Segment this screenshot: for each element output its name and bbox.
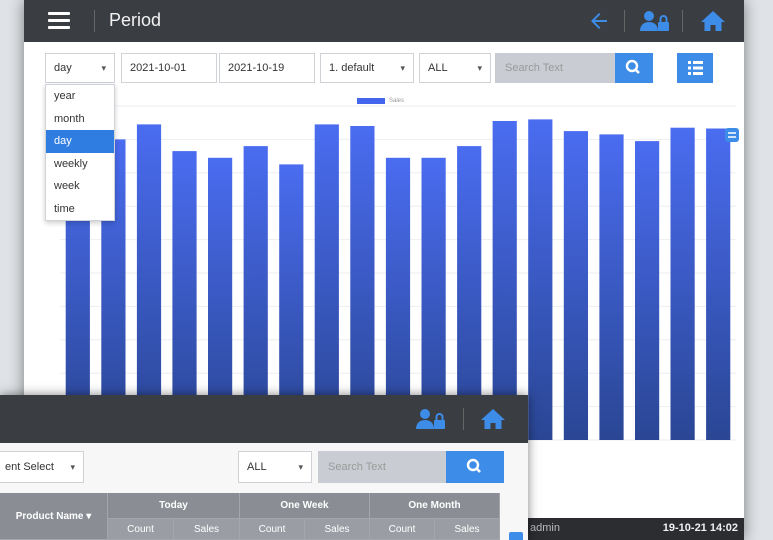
divider — [682, 10, 683, 32]
table-header: Product Name ▾ Today One Week One Month … — [0, 493, 500, 540]
period-select-value: day — [54, 62, 72, 74]
group-header-one-week: One Week — [240, 493, 370, 519]
caret-icon: ▾ — [298, 462, 303, 472]
list-icon — [688, 61, 703, 75]
divider — [94, 10, 95, 32]
search-icon — [625, 59, 640, 74]
top-bar: Period — [24, 0, 744, 42]
period-option-year[interactable]: year — [46, 85, 114, 108]
scope-select-value: ALL — [428, 62, 448, 74]
hamburger-menu-icon[interactable] — [48, 12, 70, 30]
search-placeholder: Search Text — [505, 62, 563, 74]
department-select-value: ent Select — [5, 461, 54, 473]
sales-bar[interactable] — [314, 124, 339, 441]
sort-select[interactable]: 1. default ▾ — [320, 53, 414, 83]
back-arrow-icon[interactable] — [587, 9, 611, 33]
scroll-indicator[interactable] — [509, 532, 523, 540]
caret-icon: ▾ — [477, 63, 482, 73]
filter-bar: day ▾ 2021-10-01 2021-10-19 1. default ▾… — [24, 42, 744, 92]
date-from-value: 2021-10-01 — [130, 62, 187, 74]
status-datetime: 19-10-21 14:02 — [662, 522, 738, 534]
period-select[interactable]: day ▾ — [45, 53, 115, 83]
period-option-weekly[interactable]: weekly — [46, 153, 114, 176]
period-option-day[interactable]: day — [46, 130, 114, 153]
sub-header-sales[interactable]: Sales — [174, 519, 240, 540]
sub-header-sales[interactable]: Sales — [435, 519, 500, 540]
sub-header-count[interactable]: Count — [108, 519, 174, 540]
chart-toggle-icon[interactable] — [725, 128, 739, 142]
period-dropdown: year month day weekly week time — [45, 84, 115, 221]
sales-bar[interactable] — [528, 119, 553, 441]
scope-select-value: ALL — [247, 461, 267, 473]
search-icon — [466, 458, 481, 473]
divider — [624, 10, 625, 32]
page-title: Period — [109, 10, 162, 30]
sub-header-count[interactable]: Count — [370, 519, 435, 540]
sales-bar[interactable] — [136, 124, 162, 441]
user-lock-icon[interactable] — [416, 407, 446, 431]
sort-select-value: 1. default — [329, 62, 375, 74]
divider — [463, 408, 464, 430]
home-icon[interactable] — [480, 407, 506, 431]
group-header-today: Today — [108, 493, 240, 519]
sales-bar[interactable] — [635, 141, 660, 440]
product-name-label: Product Name — [15, 511, 84, 522]
period-option-week[interactable]: week — [46, 175, 114, 198]
sales-bar[interactable] — [599, 134, 624, 440]
scope-select[interactable]: ALL ▾ — [238, 451, 312, 483]
search-input[interactable]: Search Text — [318, 451, 446, 483]
sales-bar[interactable] — [706, 128, 731, 441]
search-button[interactable] — [615, 53, 653, 83]
sales-bar[interactable] — [563, 131, 588, 440]
search-button[interactable] — [446, 451, 504, 483]
list-view-button[interactable] — [677, 53, 713, 83]
sales-bar-chart — [60, 105, 736, 441]
status-user: admin — [530, 522, 560, 534]
sales-bar[interactable] — [492, 121, 517, 440]
date-to-field[interactable]: 2021-10-19 — [219, 53, 315, 83]
date-to-value: 2021-10-19 — [228, 62, 285, 74]
product-name-header[interactable]: Product Name ▾ — [0, 493, 108, 540]
search-placeholder: Search Text — [328, 461, 386, 473]
caret-icon: ▾ — [101, 63, 106, 73]
product-table-window: ent Select ▾ ALL ▾ Search Text Product N… — [0, 395, 528, 540]
caret-icon: ▾ — [70, 462, 75, 472]
search-input[interactable]: Search Text — [495, 53, 615, 83]
group-header-one-month: One Month — [370, 493, 500, 519]
date-from-field[interactable]: 2021-10-01 — [121, 53, 217, 83]
filter-bar: ent Select ▾ ALL ▾ Search Text — [0, 443, 528, 490]
top-bar — [0, 395, 528, 443]
sales-bar[interactable] — [670, 127, 695, 440]
period-option-time[interactable]: time — [46, 198, 114, 221]
sub-header-sales[interactable]: Sales — [305, 519, 370, 540]
department-select[interactable]: ent Select ▾ — [0, 451, 84, 483]
period-option-month[interactable]: month — [46, 108, 114, 131]
caret-icon: ▾ — [400, 63, 405, 73]
home-icon[interactable] — [700, 9, 726, 33]
user-lock-icon[interactable] — [640, 9, 670, 33]
sales-bar[interactable] — [350, 126, 375, 440]
scope-select[interactable]: ALL ▾ — [419, 53, 491, 83]
sub-header-count[interactable]: Count — [240, 519, 305, 540]
